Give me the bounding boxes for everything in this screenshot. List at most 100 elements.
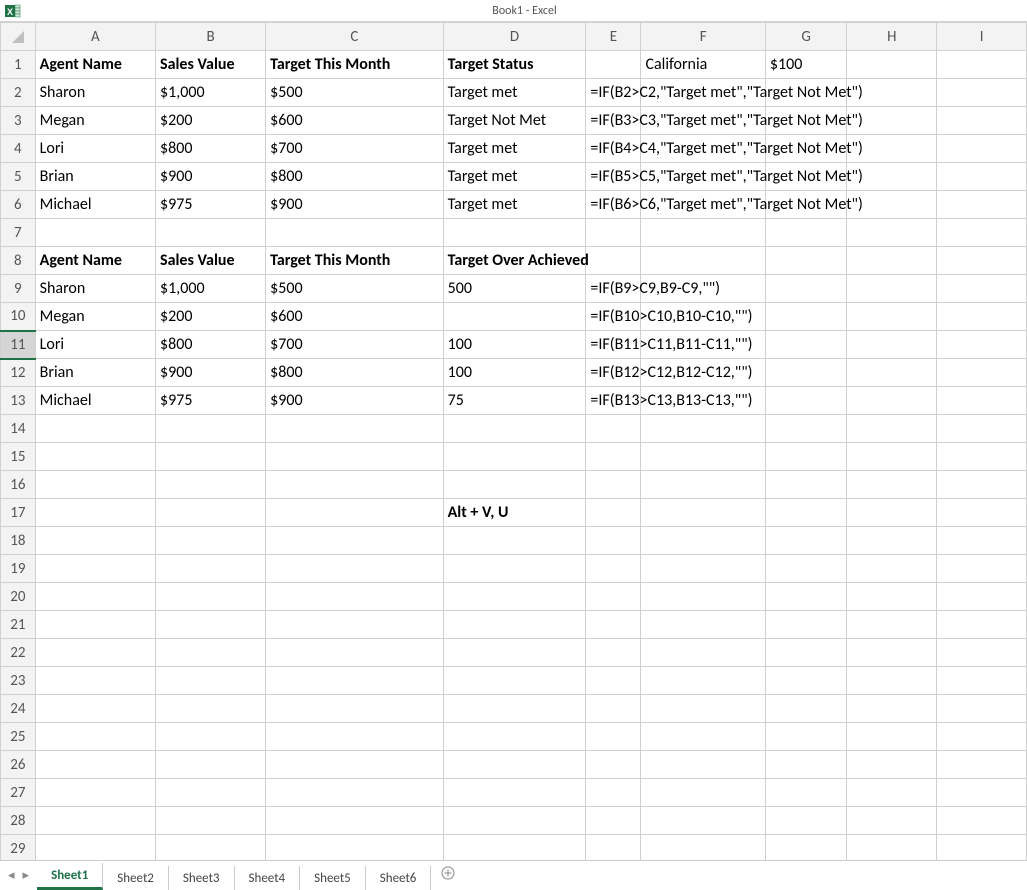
cell-C12[interactable]: $800 (266, 359, 443, 387)
cell-E15[interactable] (586, 443, 641, 471)
cell-H29[interactable] (847, 835, 937, 861)
cell-F8[interactable] (641, 247, 765, 275)
cell-C25[interactable] (266, 723, 443, 751)
sheet-tab-sheet1[interactable]: Sheet1 (37, 863, 103, 890)
cell-A27[interactable] (35, 779, 155, 807)
row-header-20[interactable]: 20 (1, 583, 36, 611)
cell-C9[interactable]: $500 (266, 275, 443, 303)
cell-H20[interactable] (847, 583, 937, 611)
cell-E12[interactable]: =IF(B12>C12,B12-C12,"") (586, 359, 641, 387)
cell-H15[interactable] (847, 443, 937, 471)
cell-A15[interactable] (35, 443, 155, 471)
cell-H22[interactable] (847, 639, 937, 667)
cell-D7[interactable] (443, 219, 586, 247)
cell-H26[interactable] (847, 751, 937, 779)
cell-B11[interactable]: $800 (156, 331, 266, 359)
cell-B15[interactable] (156, 443, 266, 471)
cell-B22[interactable] (156, 639, 266, 667)
cell-A26[interactable] (35, 751, 155, 779)
cell-H23[interactable] (847, 667, 937, 695)
column-header-H[interactable]: H (847, 23, 937, 51)
cell-E6[interactable]: =IF(B6>C6,"Target met","Target Not Met") (586, 191, 641, 219)
cell-B24[interactable] (156, 695, 266, 723)
select-all-corner[interactable] (1, 23, 36, 51)
cell-D1[interactable]: Target Status (443, 51, 586, 79)
cell-I3[interactable] (937, 107, 1027, 135)
cell-E9[interactable]: =IF(B9>C9,B9-C9,"") (586, 275, 641, 303)
cell-I22[interactable] (937, 639, 1027, 667)
row-header-24[interactable]: 24 (1, 695, 36, 723)
cell-A22[interactable] (35, 639, 155, 667)
cell-A18[interactable] (35, 527, 155, 555)
cell-H21[interactable] (847, 611, 937, 639)
cell-E2[interactable]: =IF(B2>C2,"Target met","Target Not Met") (586, 79, 641, 107)
cell-I29[interactable] (937, 835, 1027, 861)
row-header-16[interactable]: 16 (1, 471, 36, 499)
cell-B12[interactable]: $900 (156, 359, 266, 387)
cell-F23[interactable] (641, 667, 765, 695)
cell-A2[interactable]: Sharon (35, 79, 155, 107)
sheet-tab-sheet5[interactable]: Sheet5 (300, 866, 366, 890)
column-header-B[interactable]: B (156, 23, 266, 51)
cell-G28[interactable] (765, 807, 847, 835)
cell-C29[interactable] (266, 835, 443, 861)
cell-D3[interactable]: Target Not Met (443, 107, 586, 135)
cell-D9[interactable]: 500 (443, 275, 586, 303)
cell-I27[interactable] (937, 779, 1027, 807)
cell-D22[interactable] (443, 639, 586, 667)
cell-G10[interactable] (765, 303, 847, 331)
cell-E25[interactable] (586, 723, 641, 751)
cell-B19[interactable] (156, 555, 266, 583)
cell-A16[interactable] (35, 471, 155, 499)
cell-A7[interactable] (35, 219, 155, 247)
cell-G17[interactable] (765, 499, 847, 527)
cell-H12[interactable] (847, 359, 937, 387)
cell-C8[interactable]: Target This Month (266, 247, 443, 275)
cell-I9[interactable] (937, 275, 1027, 303)
cell-F17[interactable] (641, 499, 765, 527)
column-header-I[interactable]: I (937, 23, 1027, 51)
cell-D27[interactable] (443, 779, 586, 807)
row-header-26[interactable]: 26 (1, 751, 36, 779)
cell-E4[interactable]: =IF(B4>C4,"Target met","Target Not Met") (586, 135, 641, 163)
cell-C26[interactable] (266, 751, 443, 779)
cell-H25[interactable] (847, 723, 937, 751)
cell-F25[interactable] (641, 723, 765, 751)
row-header-11[interactable]: 11 (1, 331, 36, 359)
cell-H7[interactable] (847, 219, 937, 247)
sheet-tab-sheet4[interactable]: Sheet4 (235, 866, 301, 890)
cell-B10[interactable]: $200 (156, 303, 266, 331)
cell-D5[interactable]: Target met (443, 163, 586, 191)
cell-A10[interactable]: Megan (35, 303, 155, 331)
cell-I14[interactable] (937, 415, 1027, 443)
tab-next-icon[interactable]: ▸ (23, 868, 30, 883)
cell-E20[interactable] (586, 583, 641, 611)
cell-D25[interactable] (443, 723, 586, 751)
cell-I6[interactable] (937, 191, 1027, 219)
column-header-G[interactable]: G (765, 23, 847, 51)
cell-B20[interactable] (156, 583, 266, 611)
column-header-A[interactable]: A (35, 23, 155, 51)
cell-G16[interactable] (765, 471, 847, 499)
cell-A1[interactable]: Agent Name (35, 51, 155, 79)
cell-G24[interactable] (765, 695, 847, 723)
cell-E3[interactable]: =IF(B3>C3,"Target met","Target Not Met") (586, 107, 641, 135)
cell-G1[interactable]: $100 (765, 51, 847, 79)
cell-I20[interactable] (937, 583, 1027, 611)
cell-H13[interactable] (847, 387, 937, 415)
cell-A24[interactable] (35, 695, 155, 723)
new-sheet-button[interactable] (431, 861, 465, 890)
cell-A3[interactable]: Megan (35, 107, 155, 135)
cell-C7[interactable] (266, 219, 443, 247)
cell-D28[interactable] (443, 807, 586, 835)
row-header-12[interactable]: 12 (1, 359, 36, 387)
cell-E10[interactable]: =IF(B10>C10,B10-C10,"") (586, 303, 641, 331)
cell-A25[interactable] (35, 723, 155, 751)
cell-I26[interactable] (937, 751, 1027, 779)
cell-C11[interactable]: $700 (266, 331, 443, 359)
cell-G19[interactable] (765, 555, 847, 583)
cell-G23[interactable] (765, 667, 847, 695)
cell-I15[interactable] (937, 443, 1027, 471)
cell-G27[interactable] (765, 779, 847, 807)
cell-G29[interactable] (765, 835, 847, 861)
